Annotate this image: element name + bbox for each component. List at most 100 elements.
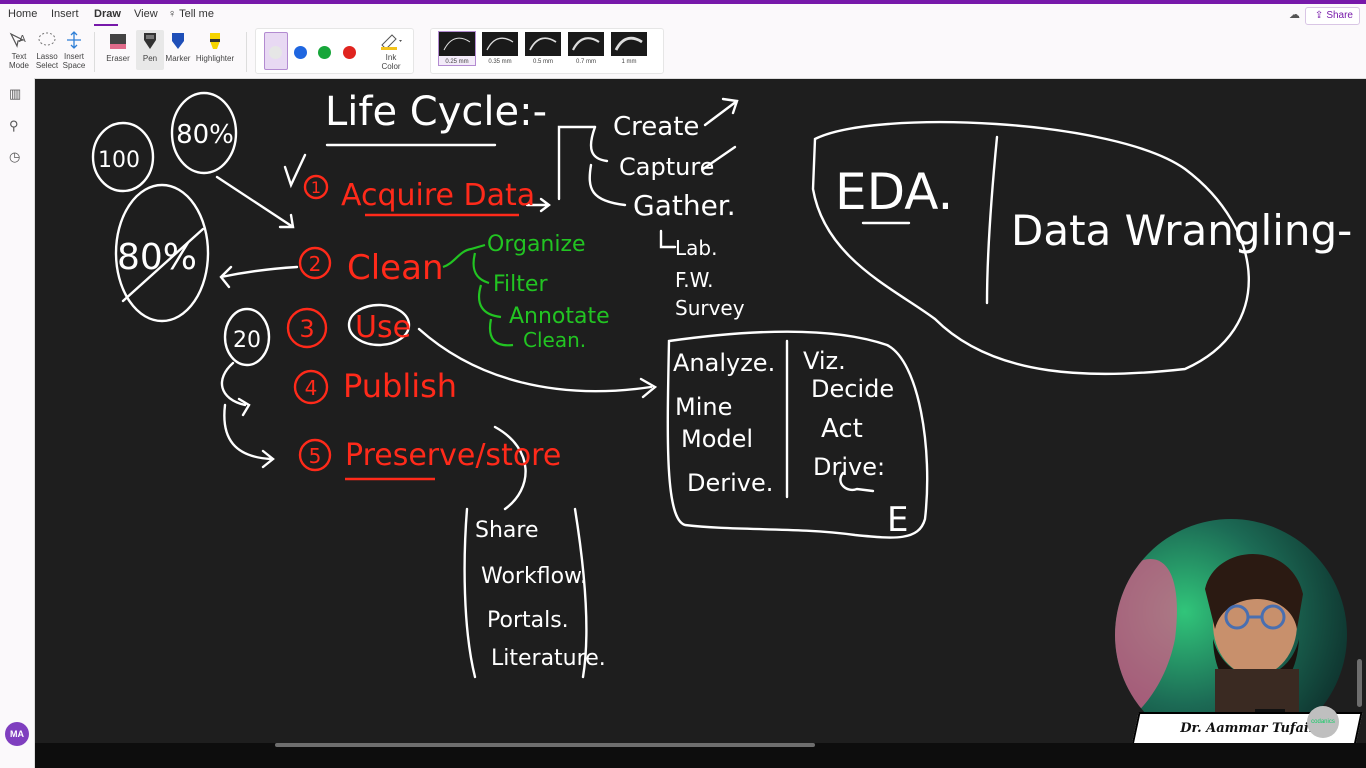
ribbon-divider <box>94 32 95 72</box>
step-number: 3 <box>299 315 314 343</box>
sync-icon[interactable]: ☁ <box>1289 8 1300 21</box>
tab-tell-me[interactable]: ♀ Tell me <box>168 8 214 20</box>
thickness-label: 0.25 mm <box>445 59 469 65</box>
analyze-item: Model <box>681 425 753 453</box>
thickness-label: 1 mm <box>621 59 637 65</box>
highlighter-button[interactable]: Highlighter <box>194 30 236 63</box>
circle-label: 80% <box>176 120 234 150</box>
horizontal-scrollbar[interactable] <box>275 743 815 747</box>
share-icon: ⇪ <box>1314 10 1324 21</box>
insert-space-button[interactable]: Insert Space <box>61 30 87 70</box>
clean-branch: Organize <box>487 232 586 257</box>
store-item: Portals. <box>487 608 569 633</box>
pen-icon <box>144 33 156 49</box>
acquire-branch: Capture <box>619 153 714 181</box>
step-number: 4 <box>305 376 318 400</box>
search-icon[interactable]: ⚲ <box>9 118 19 134</box>
viz-item: E <box>887 500 908 540</box>
color-swatch-red[interactable] <box>343 46 356 59</box>
store-item: Literature. <box>491 646 606 671</box>
tab-insert[interactable]: Insert <box>51 8 79 20</box>
insert-space-icon <box>67 31 81 49</box>
channel-logo-badge: codanics <box>1307 706 1339 738</box>
step-label: Preserve/store <box>345 438 561 473</box>
analyze-item: Derive. <box>687 469 773 497</box>
lightbulb-icon: ♀ <box>168 8 177 20</box>
arrow-to-steps <box>215 175 295 229</box>
thickness-option[interactable]: 0.25 mm <box>438 31 476 66</box>
lasso-select-label: Lasso Select <box>35 52 59 70</box>
highlighter-icon <box>210 33 220 49</box>
tab-draw[interactable]: Draw <box>94 8 121 20</box>
step-number: 1 <box>311 178 321 197</box>
thickness-option[interactable]: 0.7 mm <box>568 32 604 65</box>
insert-space-label: Insert Space <box>62 52 86 70</box>
marker-icon <box>172 33 184 49</box>
pen-label: Pen <box>142 54 158 63</box>
viz-item: Viz. <box>803 347 846 375</box>
share-button[interactable]: ⇪ Share <box>1304 7 1360 25</box>
svg-text:A: A <box>19 34 26 45</box>
thickness-option[interactable]: 0.5 mm <box>525 32 561 65</box>
vertical-scrollbar[interactable] <box>1357 659 1362 707</box>
title-text: Life Cycle:- <box>325 89 547 135</box>
ink-color-button[interactable]: Ink Color <box>374 31 408 71</box>
clean-branch: Annotate <box>509 304 610 329</box>
pen-thickness-picker: 0.25 mm 0.35 mm 0.5 mm 0.7 mm 1 mm <box>430 28 664 74</box>
gather-sub-arrow <box>659 229 677 249</box>
analyze-item: Analyze. <box>673 349 775 377</box>
bottom-bar <box>35 743 1366 768</box>
clean-branch-lines <box>472 252 514 347</box>
step-label: Publish <box>343 367 457 405</box>
menu-bar: Home Insert Draw View ♀ Tell me ☁ ⇪ Share <box>0 4 1366 26</box>
text-mode-button[interactable]: A Text Mode <box>6 30 32 70</box>
left-pane: ▥ ⚲ ◷ MA <box>0 78 35 768</box>
recent-icon[interactable]: ◷ <box>9 149 20 165</box>
step-label: Use <box>355 310 411 345</box>
analyze-item: Mine <box>675 393 732 421</box>
color-swatch-blue[interactable] <box>294 46 307 59</box>
lasso-select-button[interactable]: Lasso Select <box>34 30 60 70</box>
thickness-option[interactable]: 0.35 mm <box>482 32 518 65</box>
clean-branch: Clean. <box>523 328 586 352</box>
step-number: 5 <box>309 444 322 468</box>
clean-branch-1 <box>442 243 486 269</box>
notebooks-icon[interactable]: ▥ <box>9 86 21 102</box>
thickness-option[interactable]: 1 mm <box>611 32 647 65</box>
draw-ribbon: A Text Mode Lasso Select Insert Space Er… <box>0 26 1366 79</box>
pen-button[interactable]: Pen <box>136 30 164 70</box>
avatar[interactable]: MA <box>5 722 29 746</box>
circle-label: 20 <box>233 328 261 353</box>
eraser-label: Eraser <box>106 54 130 63</box>
color-swatch-white[interactable] <box>269 46 282 59</box>
gather-sub: Survey <box>675 296 745 320</box>
color-swatch-green[interactable] <box>318 46 331 59</box>
eraser-icon <box>110 34 126 49</box>
text-mode-icon: A <box>9 32 26 48</box>
bracket-acquire <box>557 125 597 201</box>
eraser-button[interactable]: Eraser <box>102 30 134 63</box>
viz-item: Drive: <box>813 453 885 481</box>
eda-label: EDA. <box>835 163 953 221</box>
arrow-20-store <box>223 403 275 469</box>
text-mode-label: Text Mode <box>8 52 29 70</box>
marker-button[interactable]: Marker <box>164 30 192 63</box>
arrow-clean-back <box>219 265 299 289</box>
eda-divider <box>985 135 999 305</box>
share-label: Share <box>1326 10 1353 21</box>
step-number: 2 <box>309 252 322 276</box>
tell-me-label: Tell me <box>179 8 214 20</box>
arrow-20-publish <box>220 361 251 417</box>
ink-color-label: Ink Color <box>381 53 401 71</box>
ink-color-icon <box>381 34 402 50</box>
thickness-label: 0.5 mm <box>532 59 553 65</box>
note-canvas[interactable]: Life Cycle:- 100 80% 80% 20 1 Acquire Da… <box>35 79 1366 743</box>
tab-home[interactable]: Home <box>8 8 37 20</box>
store-item: Workflow. <box>481 564 587 589</box>
checkmark <box>283 153 307 189</box>
store-item: Share <box>475 518 539 543</box>
viz-item: Decide <box>811 375 894 403</box>
circle-label: 100 <box>98 148 140 173</box>
tab-view[interactable]: View <box>134 8 158 20</box>
highlighter-label: Highlighter <box>195 54 235 63</box>
